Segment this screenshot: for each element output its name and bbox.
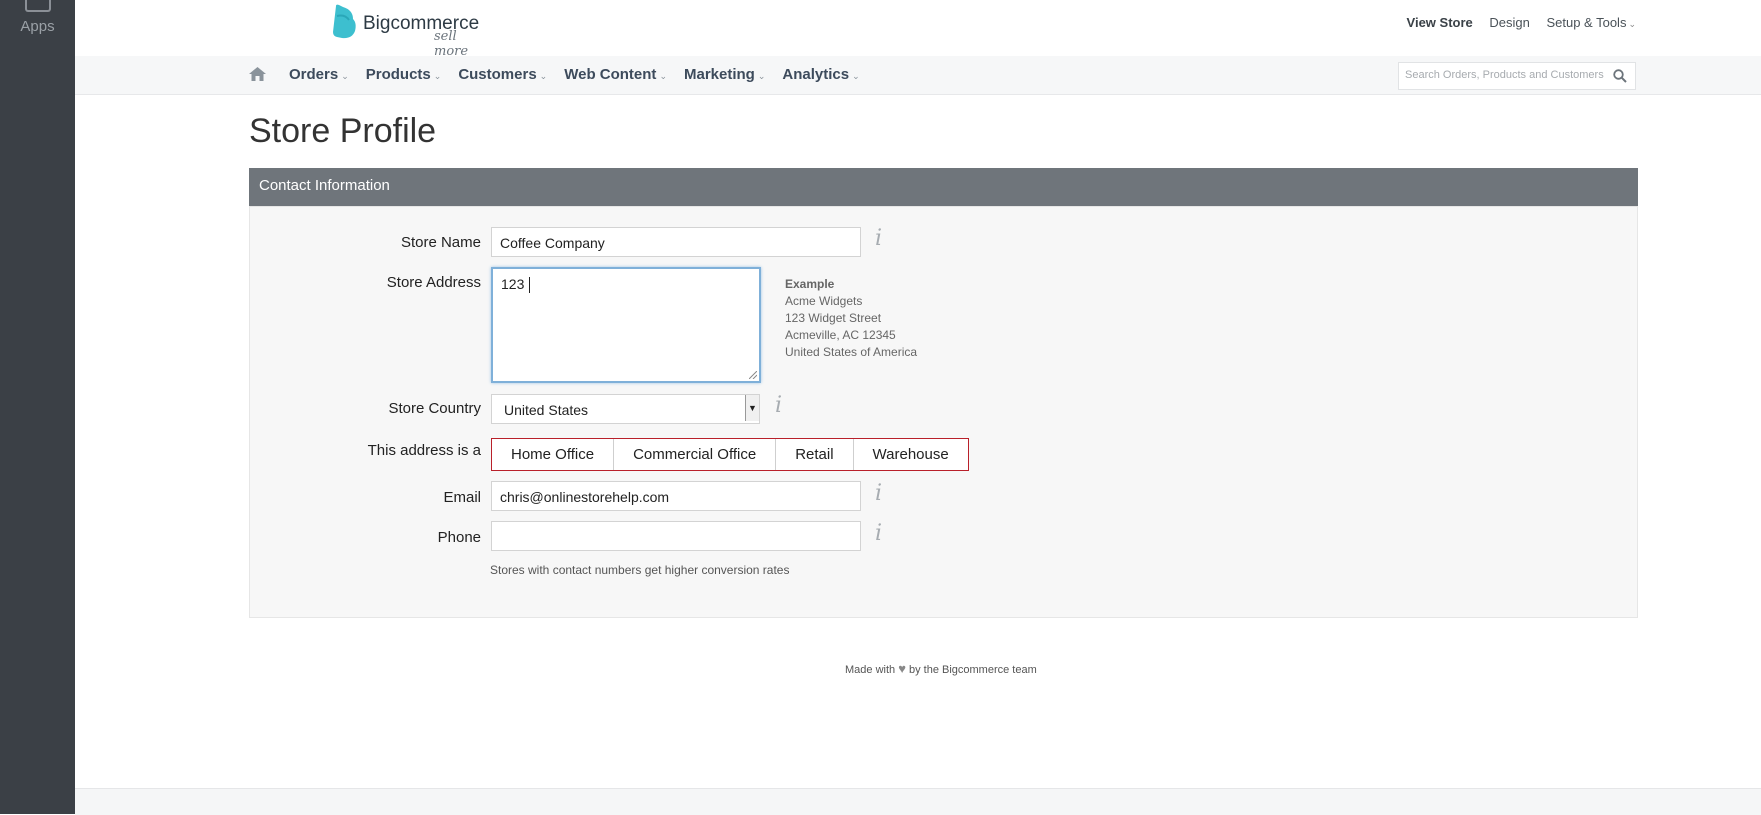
store-name-value: Coffee Company bbox=[500, 235, 605, 251]
top-links: View Store Design Setup & Tools ⌄ bbox=[1394, 15, 1636, 30]
footer-prefix: Made with bbox=[845, 664, 896, 676]
example-line: Acmeville, AC 12345 bbox=[785, 328, 896, 342]
apps-label[interactable]: Apps bbox=[0, 18, 75, 35]
store-name-input[interactable]: Coffee Company bbox=[491, 227, 861, 257]
chevron-down-icon: ⌄ bbox=[539, 71, 548, 81]
store-country-value: United States bbox=[504, 402, 589, 418]
nav-item-products[interactable]: Products ⌄ bbox=[366, 66, 442, 83]
nav-item-label: Products bbox=[365, 66, 431, 83]
example-line: United States of America bbox=[785, 345, 918, 359]
resize-grip-icon[interactable] bbox=[749, 371, 757, 379]
nav-item-analytics[interactable]: Analytics ⌄ bbox=[782, 66, 859, 83]
nav-item-label: Analytics bbox=[782, 66, 850, 83]
store-address-value: 123 bbox=[501, 276, 525, 292]
apps-icon[interactable] bbox=[25, 0, 51, 12]
store-name-label: Store Name bbox=[400, 234, 481, 251]
phone-label: Phone bbox=[437, 529, 481, 546]
design-link[interactable]: Design bbox=[1489, 15, 1529, 30]
info-icon[interactable]: i bbox=[875, 226, 882, 251]
address-type-label: This address is a bbox=[367, 442, 481, 459]
address-type-retail[interactable]: Retail bbox=[776, 439, 854, 470]
text-cursor bbox=[529, 277, 530, 293]
address-type-selector: Home Office Commercial Office Retail War… bbox=[491, 438, 969, 471]
chevron-down-icon: ⌄ bbox=[1628, 19, 1636, 29]
chevron-down-icon: ⌄ bbox=[659, 71, 667, 81]
example-line: Acme Widgets bbox=[785, 294, 863, 308]
nav-item-customers[interactable]: Customers ⌄ bbox=[458, 66, 547, 83]
nav-item-label: Customers bbox=[458, 66, 537, 83]
address-type-home-office[interactable]: Home Office bbox=[492, 439, 615, 470]
heart-icon: ♥ bbox=[898, 661, 906, 676]
phone-field[interactable] bbox=[491, 521, 861, 551]
top-bar: Bigcommerce sell more View Store Design … bbox=[75, 0, 1761, 59]
address-example: Example Acme Widgets 123 Widget Street A… bbox=[785, 276, 917, 361]
email-label: Email bbox=[443, 489, 481, 506]
footer-suffix: by the Bigcommerce team bbox=[908, 664, 1037, 676]
nav-item-orders[interactable]: Orders ⌄ bbox=[289, 66, 349, 83]
phone-hint: Stores with contact numbers get higher c… bbox=[490, 563, 790, 577]
example-line: 123 Widget Street bbox=[785, 311, 882, 325]
address-type-commercial-office[interactable]: Commercial Office bbox=[614, 439, 777, 470]
info-icon[interactable]: i bbox=[875, 481, 882, 506]
left-sidebar: Apps bbox=[0, 0, 75, 814]
main-nav: Orders ⌄ Products ⌄ Customers ⌄ Web Content… bbox=[75, 56, 1761, 95]
setup-tools-label: Setup & Tools bbox=[1546, 15, 1627, 30]
page-title: Store Profile bbox=[249, 112, 437, 150]
nav-item-label: Orders bbox=[289, 66, 339, 83]
address-type-warehouse[interactable]: Warehouse bbox=[854, 439, 968, 470]
contact-information-header: Contact Information bbox=[249, 168, 1638, 206]
global-search bbox=[1398, 62, 1636, 90]
search-icon[interactable] bbox=[1613, 69, 1627, 83]
panel-title: Contact Information bbox=[259, 177, 390, 194]
bottom-strip bbox=[75, 788, 1761, 815]
info-icon[interactable]: i bbox=[875, 521, 882, 546]
logo-mark-icon bbox=[333, 4, 356, 39]
chevron-down-icon: ⌄ bbox=[433, 71, 442, 81]
nav-item-marketing[interactable]: Marketing ⌄ bbox=[684, 66, 765, 83]
store-address-textarea[interactable]: 123 bbox=[491, 267, 761, 383]
example-title: Example bbox=[785, 277, 835, 291]
logo-tagline: sell more bbox=[434, 29, 469, 59]
nav-items: Orders ⌄ Products ⌄ Customers ⌄ Web Content… bbox=[289, 66, 877, 83]
chevron-down-icon: ⌄ bbox=[757, 71, 766, 81]
home-icon[interactable] bbox=[249, 67, 266, 81]
view-store-link[interactable]: View Store bbox=[1407, 15, 1473, 30]
footer: Made with ♥ by the Bigcommerce team bbox=[845, 661, 1037, 676]
store-address-label: Store Address bbox=[386, 274, 481, 291]
nav-item-web-content[interactable]: Web Content ⌄ bbox=[564, 66, 667, 83]
email-field[interactable]: chris@onlinestorehelp.com bbox=[491, 481, 861, 511]
store-country-select[interactable]: United States ▼ bbox=[491, 394, 760, 424]
info-icon[interactable]: i bbox=[775, 393, 782, 418]
bigcommerce-logo[interactable]: Bigcommerce sell more bbox=[331, 4, 491, 59]
nav-item-label: Marketing bbox=[683, 66, 755, 83]
setup-tools-link[interactable]: Setup & Tools ⌄ bbox=[1546, 15, 1636, 30]
store-country-label: Store Country bbox=[388, 400, 481, 417]
search-input[interactable] bbox=[1405, 69, 1605, 81]
chevron-down-icon: ⌄ bbox=[341, 71, 349, 81]
email-value: chris@onlinestorehelp.com bbox=[500, 489, 670, 505]
select-arrow-icon: ▼ bbox=[745, 395, 759, 421]
chevron-down-icon: ⌄ bbox=[852, 71, 860, 81]
nav-item-label: Web Content bbox=[564, 66, 657, 83]
